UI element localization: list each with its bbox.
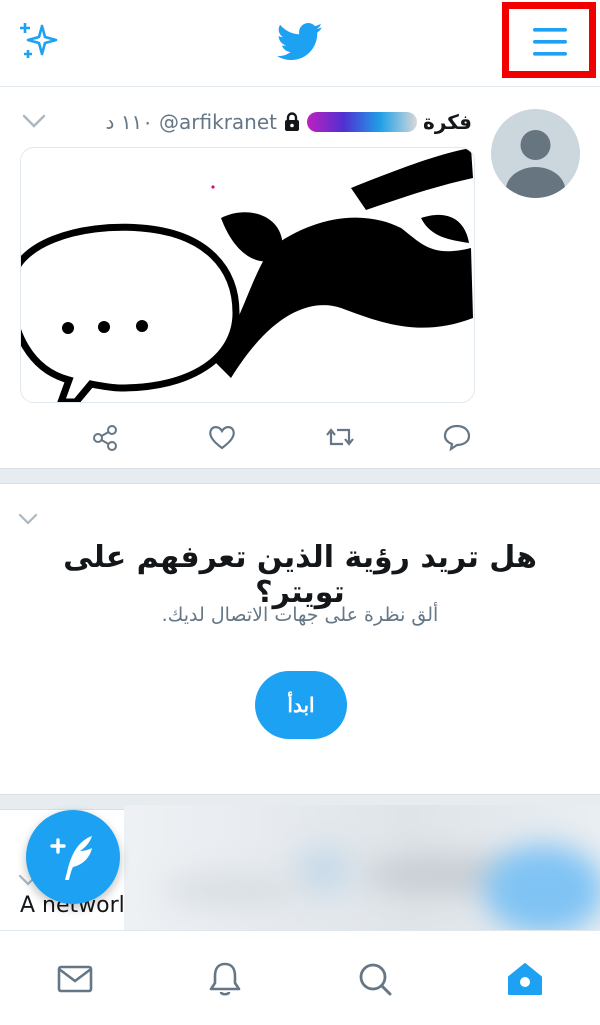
search-icon[interactable] [355, 959, 395, 999]
share-icon[interactable] [90, 422, 120, 452]
chevron-down-icon[interactable] [22, 113, 46, 129]
fikra-logo-image [21, 148, 473, 402]
find-contacts-card: هل تريد رؤية الذين تعرفهم على تويتر؟ ألق… [0, 484, 600, 794]
home-icon[interactable] [505, 959, 545, 999]
menu-button[interactable] [502, 2, 596, 78]
twitter-bird-icon [277, 23, 323, 61]
tweet[interactable]: فكرة @arfikranet ١١٠ د [0, 87, 600, 467]
top-bar [0, 0, 600, 87]
handle[interactable]: @arfikranet [159, 110, 277, 134]
card-title: هل تريد رؤية الذين تعرفهم على تويتر؟ [63, 540, 537, 610]
lock-icon [285, 112, 300, 131]
retweet-icon[interactable] [325, 422, 355, 452]
display-name[interactable]: فكرة [423, 110, 472, 134]
start-button[interactable]: ابدأ [255, 671, 347, 739]
tweet-time: ١١٠ د [105, 110, 154, 134]
mail-icon[interactable] [55, 959, 95, 999]
avatar[interactable] [491, 109, 580, 198]
bottom-nav [0, 930, 600, 1025]
tweet-image[interactable] [20, 147, 475, 403]
redacted-name [307, 112, 418, 132]
like-icon[interactable] [207, 422, 237, 452]
compose-icon [50, 836, 92, 880]
default-avatar-icon [505, 130, 566, 198]
tweet-header: فكرة @arfikranet ١١٠ د [106, 107, 472, 137]
hamburger-menu-icon [533, 28, 567, 56]
divider [0, 468, 600, 484]
bell-icon[interactable] [205, 959, 245, 999]
card-subtitle: ألق نظرة على جهات الاتصال لديك. [161, 604, 439, 626]
sparkle-icon[interactable] [18, 20, 60, 62]
reply-icon[interactable] [442, 422, 472, 452]
chevron-down-icon[interactable] [18, 512, 38, 526]
blurred-content [124, 805, 600, 930]
tweet-actions [80, 422, 480, 452]
compose-button[interactable] [26, 810, 120, 904]
